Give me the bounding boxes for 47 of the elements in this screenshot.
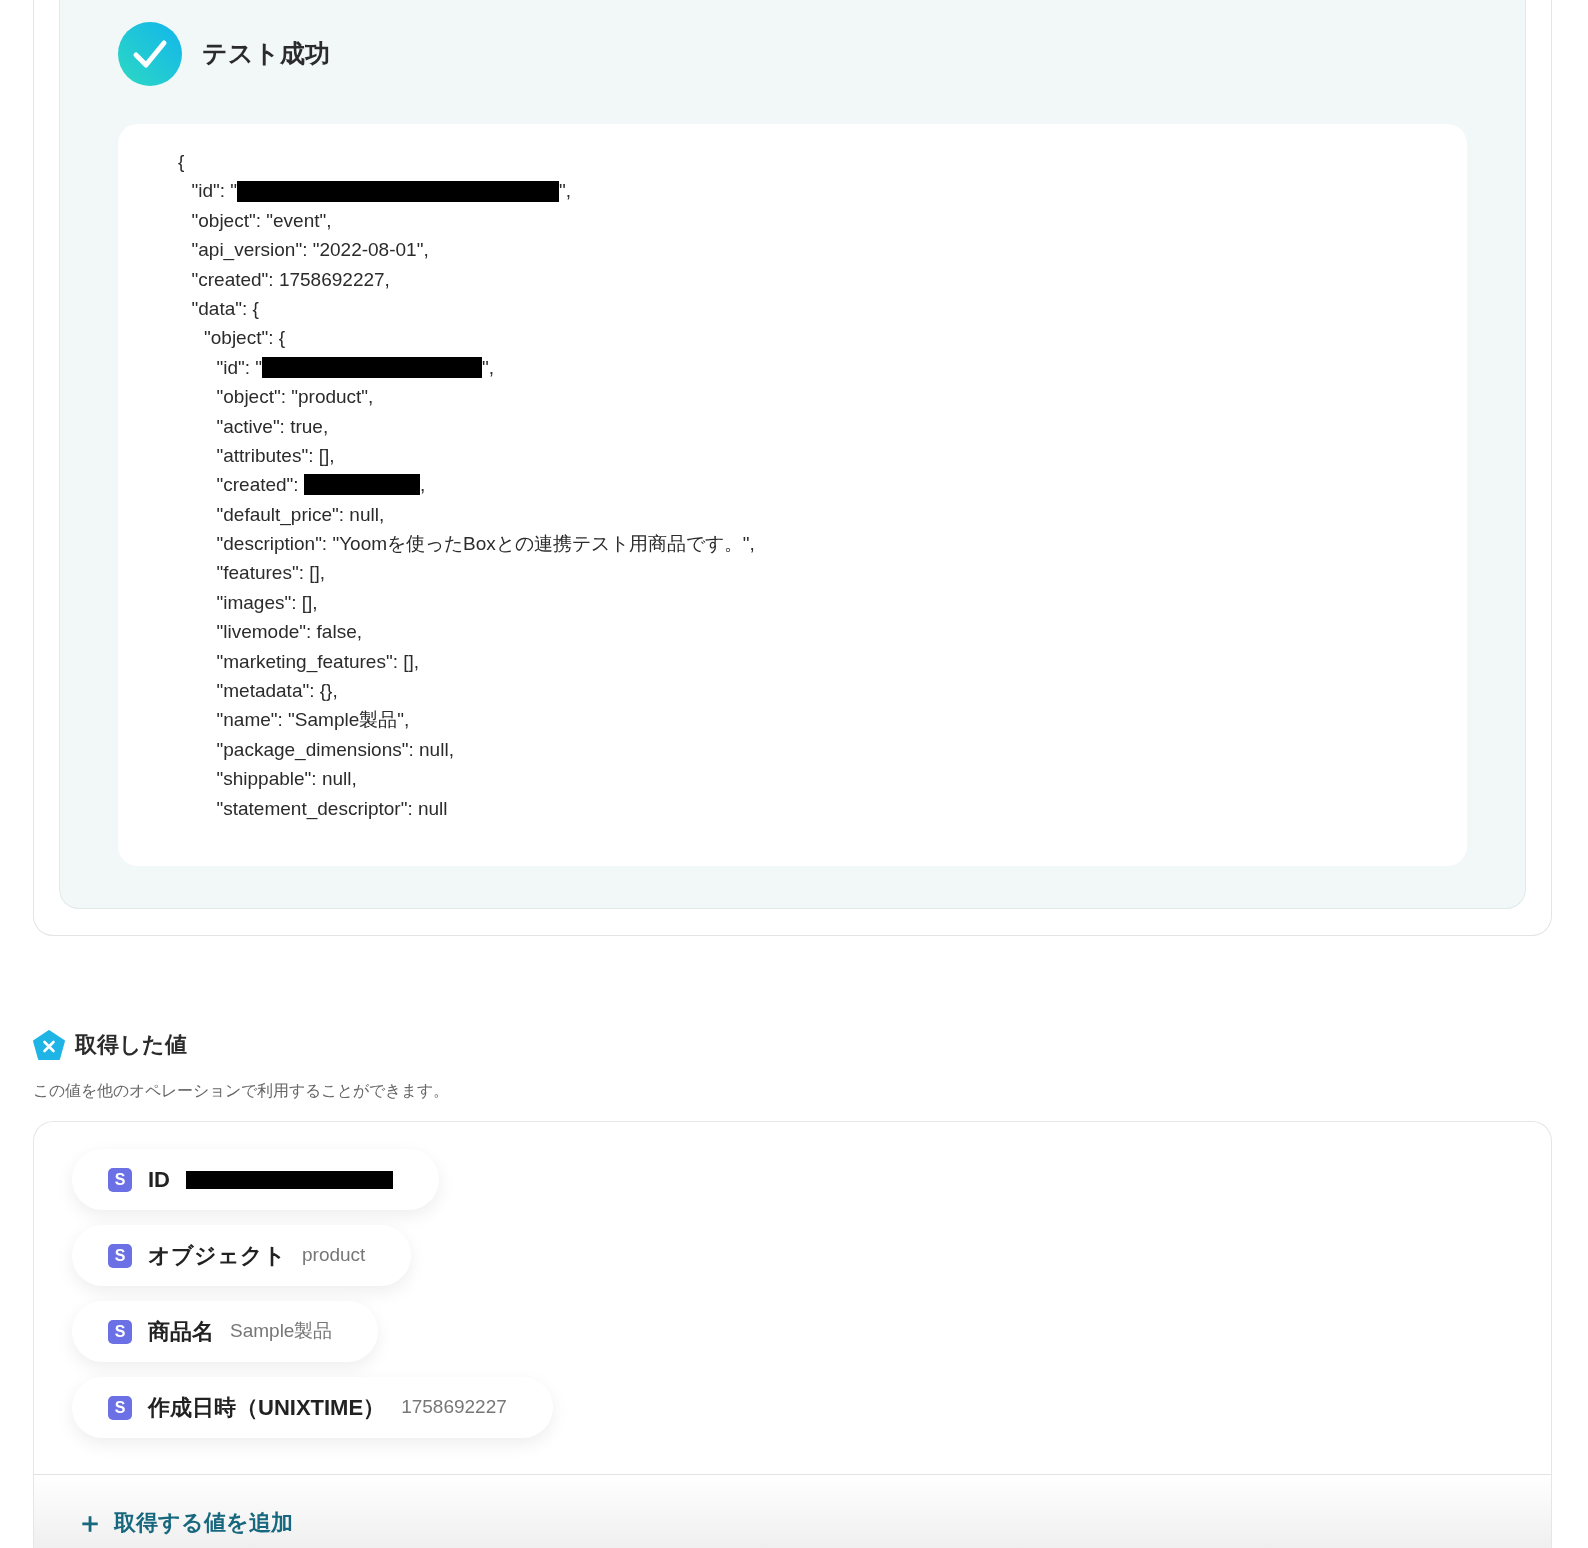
app-icon: S	[108, 1167, 132, 1192]
code-text: "api_version": "2022-08-01",	[191, 238, 429, 263]
code-text: "marketing_features": [],	[216, 649, 420, 675]
code-text: "object": {	[204, 326, 286, 351]
code-text: "data": {	[191, 296, 259, 321]
code-text: "attributes": [],	[216, 443, 335, 468]
value-chip[interactable]: S ID	[72, 1149, 439, 1210]
code-text: ",	[482, 355, 495, 380]
add-value-button[interactable]: ＋ 取得する値を追加	[76, 1506, 293, 1539]
value-label: オブジェクト	[148, 1242, 286, 1270]
value-label: ID	[148, 1166, 170, 1194]
value-label: 作成日時（UNIXTIME）	[148, 1394, 386, 1422]
pentagon-x-icon	[33, 1029, 65, 1060]
code-text: "active": true,	[216, 414, 329, 439]
code-text: "id": "	[216, 355, 263, 380]
code-text: ,	[419, 473, 426, 498]
code-text: "images": [],	[216, 590, 318, 615]
code-text: {	[178, 150, 185, 174]
app-icon: S	[108, 1395, 132, 1420]
code-text: "created": 1758692227,	[191, 267, 390, 292]
code-text: "shippable": null,	[216, 767, 357, 792]
code-text: "metadata": {},	[216, 679, 338, 704]
value-text: product	[302, 1243, 366, 1268]
value-chip[interactable]: S オブジェクト product	[72, 1225, 412, 1286]
code-text: "livemode": false,	[216, 620, 362, 645]
code-text: "object": "product",	[216, 385, 374, 410]
app-icon: S	[108, 1243, 132, 1268]
value-text: 1758692227	[401, 1395, 507, 1420]
code-text: ",	[559, 179, 572, 204]
code-text: "description": "Yoomを使ったBoxとの連携テスト用商品です。",	[216, 532, 755, 557]
code-text: "default_price": null,	[216, 502, 385, 528]
code-text: "object": "event",	[191, 208, 332, 233]
code-text: "id": "	[191, 179, 238, 204]
success-check-icon	[118, 22, 182, 86]
code-text: "features": [],	[216, 561, 326, 586]
value-label: 商品名	[148, 1318, 214, 1346]
code-text: "statement_descriptor": null	[216, 796, 448, 822]
code-text: "package_dimensions": null,	[216, 737, 454, 763]
value-chip[interactable]: S 商品名 Sample製品	[72, 1301, 379, 1362]
value-text: Sample製品	[230, 1319, 333, 1344]
code-text: "name": "Sample製品",	[216, 708, 410, 733]
test-result-title: テスト成功	[202, 38, 330, 70]
section-description: この値を他のオペレーションで利用することができます。	[33, 1081, 450, 1101]
section-title: 取得した値	[75, 1031, 187, 1059]
value-chip[interactable]: S 作成日時（UNIXTIME） 1758692227	[72, 1377, 553, 1438]
app-icon: S	[108, 1319, 132, 1344]
code-text: "created":	[216, 473, 300, 498]
